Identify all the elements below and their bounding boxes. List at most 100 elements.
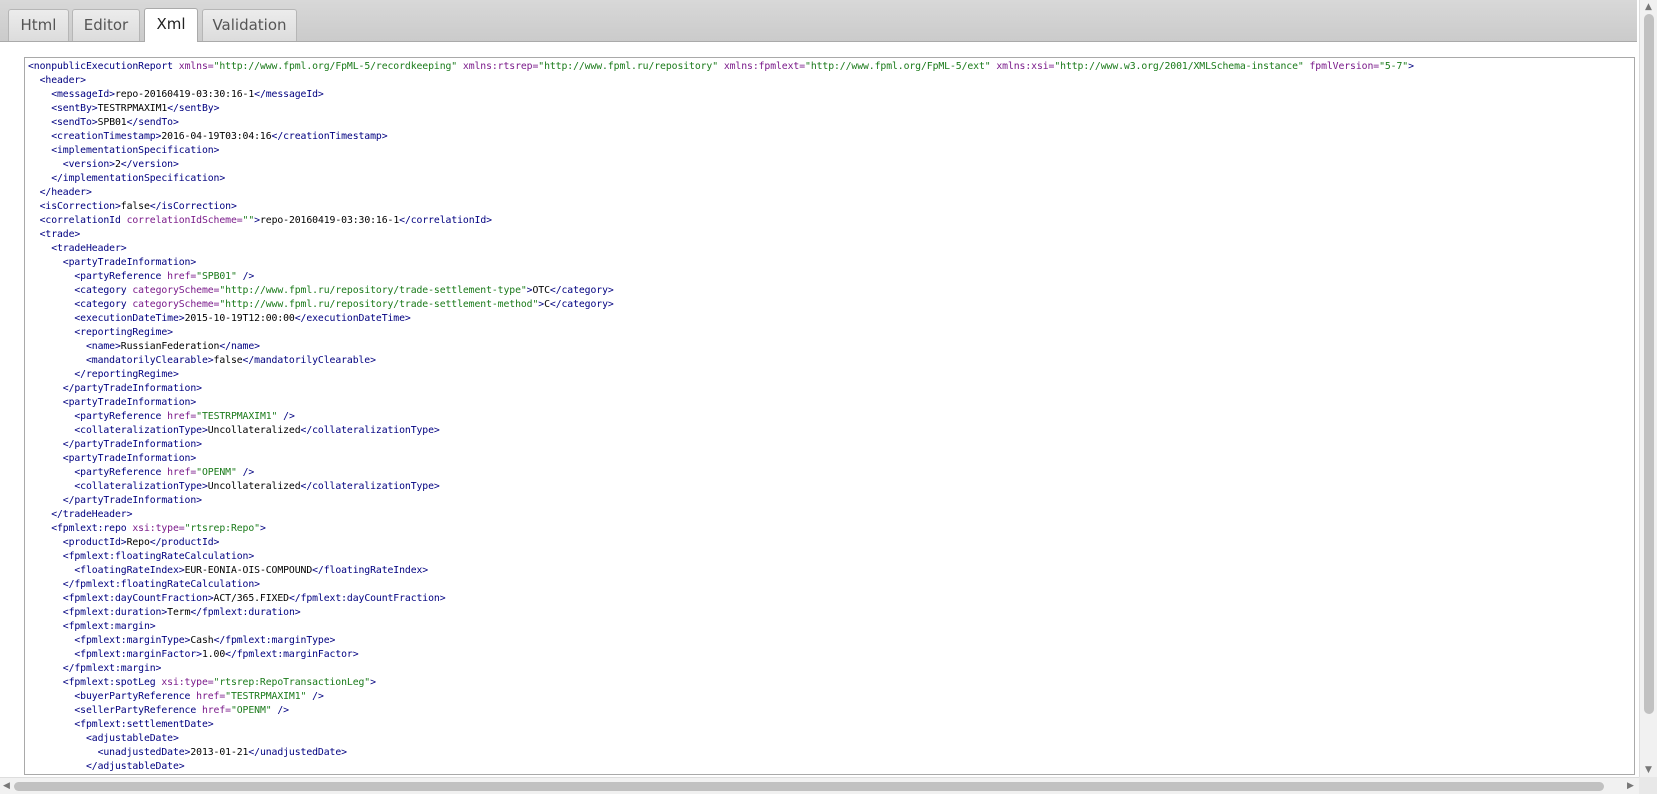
xml-token: <unadjustedDate> (28, 747, 191, 758)
xml-token: </floatingRateIndex> (312, 565, 429, 576)
xml-token: <fpmlext:margin> (28, 621, 156, 632)
xml-line: <trade> (28, 228, 1414, 242)
xml-line: <mandatorilyClearable>false</mandatorily… (28, 354, 1414, 368)
xml-token: <sellerPartyReference (28, 705, 202, 716)
xml-line: </reportingRegime> (28, 368, 1414, 382)
xml-token: <isCorrection> (28, 201, 121, 212)
xml-token: </name> (219, 341, 260, 352)
xml-token: <partyTradeInformation> (28, 397, 197, 408)
xml-token: </fpmlext:dayCountFraction> (288, 593, 446, 604)
xml-line: <fpmlext:marginFactor>1.00</fpmlext:marg… (28, 648, 1414, 662)
scroll-down-icon[interactable]: ▼ (1645, 765, 1652, 775)
xml-token: Term (167, 607, 191, 618)
xml-token: <fpmlext:duration> (28, 607, 168, 618)
xml-token: </fpmlext:margin> (28, 663, 162, 674)
xml-line: </implementationSpecification> (28, 172, 1414, 186)
xml-line: <creationTimestamp>2016-04-19T03:04:16</… (28, 130, 1414, 144)
xml-token: fpmlVersion= (1303, 61, 1380, 72)
xml-line: <sendTo>SPB01</sendTo> (28, 116, 1414, 130)
xml-token: <fpmlext:repo (28, 523, 133, 534)
tab-html[interactable]: Html (8, 9, 69, 41)
xml-line: <productId>Repo</productId> (28, 536, 1414, 550)
xml-token: xmlns:xsi= (990, 61, 1055, 72)
xml-token: </header> (28, 187, 92, 198)
xml-line: <collateralizationType>Uncollateralized<… (28, 424, 1414, 438)
xml-token: xmlns:fpmlext= (718, 61, 806, 72)
xml-token: </fpmlext:marginFactor> (225, 649, 359, 660)
scroll-right-icon[interactable]: ▶ (1627, 781, 1634, 791)
xml-token: </fpmlext:marginType> (213, 635, 336, 646)
vertical-scroll-thumb[interactable] (1644, 14, 1654, 714)
xml-token: categoryScheme= (132, 299, 220, 310)
tab-validation[interactable]: Validation (202, 9, 297, 41)
xml-line: <collateralizationType>Uncollateralized<… (28, 480, 1414, 494)
xml-viewer[interactable]: <nonpublicExecutionReport xmlns="http://… (24, 57, 1635, 775)
xml-token: "http://www.fpml.org/FpML-5/ext" (805, 61, 991, 72)
xml-line: <floatingRateIndex>EUR-EONIA-OIS-COMPOUN… (28, 564, 1414, 578)
xml-token: "http://www.fpml.ru/repository/trade-set… (219, 285, 527, 296)
xml-token: <partyTradeInformation> (28, 453, 197, 464)
horizontal-scroll-thumb[interactable] (14, 782, 1604, 791)
vertical-scrollbar[interactable]: ▲ ▼ (1639, 0, 1657, 777)
xml-line: <partyReference href="SPB01" /> (28, 270, 1414, 284)
xml-line: </partyTradeInformation> (28, 494, 1414, 508)
xml-line: <name>RussianFederation</name> (28, 340, 1414, 354)
xml-token: Uncollateralized (207, 425, 301, 436)
xml-token: href= (167, 467, 197, 478)
xml-token: "http://www.fpml.org/FpML-5/recordkeepin… (213, 61, 458, 72)
xml-token: Uncollateralized (207, 481, 301, 492)
xml-token: "http://www.fpml.ru/repository" (538, 61, 719, 72)
scroll-up-icon[interactable]: ▲ (1645, 2, 1652, 12)
xml-token: SPB01 (97, 117, 127, 128)
xml-line: <messageId>repo-20160419-03:30:16-1</mes… (28, 88, 1414, 102)
xml-token: </version> (120, 159, 179, 170)
scroll-left-icon[interactable]: ◀ (3, 781, 10, 791)
xml-token: "TESTRPMAXIM1" (225, 691, 307, 702)
xml-token: <correlationId (28, 215, 127, 226)
xml-token: </fpmlext:floatingRateCalculation> (28, 579, 260, 590)
xml-line: <fpmlext:floatingRateCalculation> (28, 550, 1414, 564)
xml-token: <fpmlext:settlementDate> (28, 719, 214, 730)
xml-code: <nonpublicExecutionReport xmlns="http://… (28, 60, 1414, 774)
xml-token: </messageId> (254, 89, 324, 100)
xml-token: "http://www.w3.org/2001/XMLSchema-instan… (1054, 61, 1304, 72)
xml-token: > (1408, 61, 1414, 72)
xml-token: <buyerPartyReference (28, 691, 197, 702)
xml-token: /> (271, 705, 289, 716)
xml-token: <implementationSpecification> (28, 145, 220, 156)
xml-token: 2013-01-21 (190, 747, 249, 758)
xml-line: <executionDateTime>2015-10-19T12:00:00</… (28, 312, 1414, 326)
xml-token: <partyReference (28, 467, 168, 478)
xml-line: <fpmlext:dayCountFraction>ACT/365.FIXED<… (28, 592, 1414, 606)
xml-token: "TESTRPMAXIM1" (196, 411, 278, 422)
xml-token: </correlationId> (399, 215, 492, 226)
xml-line: <fpmlext:margin> (28, 620, 1414, 634)
xml-token: <collateralizationType> (28, 425, 208, 436)
xml-token: <name> (28, 341, 121, 352)
xml-token: > (259, 523, 266, 534)
xml-line: <header> (28, 74, 1414, 88)
xml-token: <version> (28, 159, 115, 170)
xml-line: <reportingRegime> (28, 326, 1414, 340)
xml-token: </category> (549, 285, 614, 296)
xml-token: <fpmlext:marginType> (28, 635, 191, 646)
xml-line: <nonpublicExecutionReport xmlns="http://… (28, 60, 1414, 74)
xml-token: "rtsrep:Repo" (184, 523, 260, 534)
xml-token: "OPENM" (230, 705, 272, 716)
tab-xml[interactable]: Xml (144, 8, 198, 42)
xml-token: Cash (190, 635, 214, 646)
tab-bar: Html Editor Xml Validation (0, 0, 1637, 42)
xml-token: <adjustableDate> (28, 733, 179, 744)
xml-token: </collateralizationType> (300, 425, 440, 436)
xml-line: </tradeHeader> (28, 508, 1414, 522)
horizontal-scrollbar[interactable]: ◀ ▶ (0, 777, 1639, 794)
xml-token: /> (236, 467, 255, 478)
xml-line: <sentBy>TESTRPMAXIM1</sentBy> (28, 102, 1414, 116)
xml-token: </tradeHeader> (28, 509, 133, 520)
xml-token: xsi:type= (161, 677, 214, 688)
tab-editor[interactable]: Editor (72, 9, 140, 41)
xml-token: </reportingRegime> (28, 369, 179, 380)
xml-token: </isCorrection> (149, 201, 237, 212)
xml-token: </executionDateTime> (294, 313, 411, 324)
xml-token: EUR-EONIA-OIS-COMPOUND (184, 565, 313, 576)
